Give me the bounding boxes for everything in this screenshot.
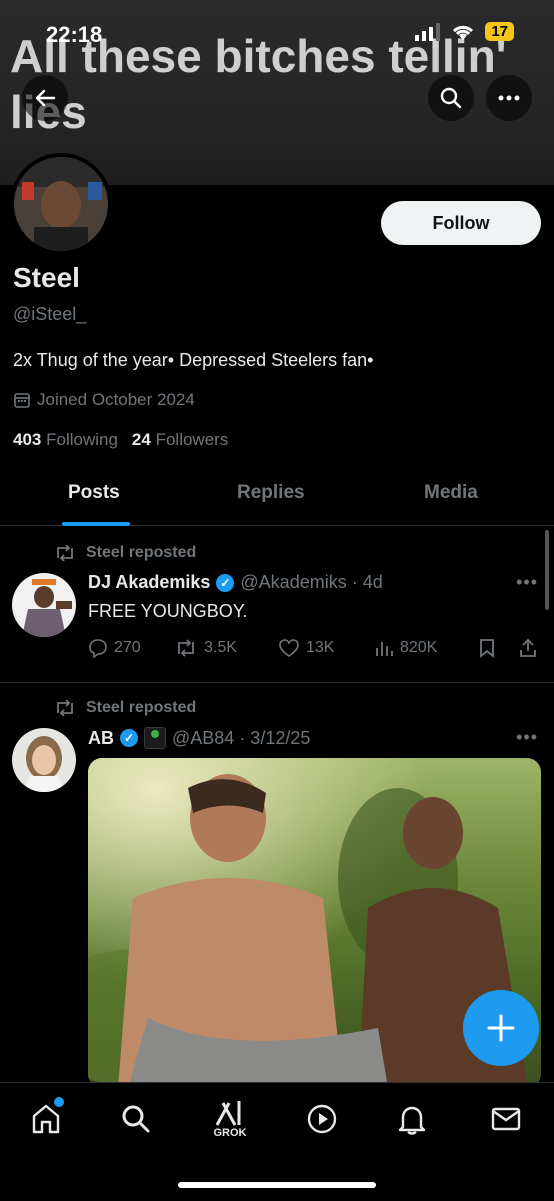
- post-header: AB ✓ @AB84 · 3/12/25: [88, 727, 310, 749]
- following-count: 403: [13, 430, 42, 449]
- home-icon: [32, 1104, 60, 1134]
- compose-post-button[interactable]: [463, 990, 539, 1066]
- views-icon: [376, 642, 393, 656]
- joined-text: Joined October 2024: [37, 390, 195, 409]
- reply-count: 270: [114, 639, 141, 656]
- battery-indicator: 17: [485, 22, 514, 41]
- avatar-image: [14, 157, 108, 251]
- signal-icon: [415, 22, 441, 41]
- repost-label: Steel reposted: [86, 544, 197, 561]
- tab-replies[interactable]: Replies: [237, 482, 305, 504]
- followers-label: Followers: [155, 430, 229, 449]
- heart-icon: [279, 639, 299, 657]
- nav-grok[interactable]: GROK: [210, 1099, 250, 1139]
- active-tab-indicator: [62, 522, 130, 526]
- bookmark-icon: [480, 639, 494, 658]
- repost-icon: [178, 639, 194, 657]
- followers-link[interactable]: 24 Followers: [132, 430, 228, 450]
- status-time: 22:18: [46, 22, 103, 47]
- status-icons: 17: [415, 22, 514, 41]
- post-text: FREE YOUNGBOY.: [88, 601, 248, 621]
- repost-icon: [57, 545, 73, 561]
- notification-dot: [54, 1097, 64, 1107]
- share-icon: [520, 638, 536, 657]
- calendar-icon: [14, 393, 30, 408]
- nav-notifications[interactable]: [392, 1099, 432, 1139]
- profile-tabs: Posts Replies Media: [0, 470, 554, 526]
- repost-label: Steel reposted: [86, 699, 197, 716]
- nav-video[interactable]: [302, 1099, 342, 1139]
- grok-icon: [215, 1101, 241, 1126]
- nav-messages[interactable]: [486, 1099, 526, 1139]
- search-icon: [440, 87, 462, 109]
- profile-joined: Joined October 2024: [13, 390, 195, 410]
- nav-home[interactable]: [26, 1097, 66, 1139]
- repost-button[interactable]: 3.5K: [174, 639, 278, 657]
- home-indicator[interactable]: [178, 1182, 376, 1188]
- share-button[interactable]: [518, 638, 538, 658]
- reply-icon: [89, 639, 107, 658]
- tab-posts[interactable]: Posts: [68, 482, 120, 504]
- back-button[interactable]: [22, 75, 68, 121]
- follow-counts: 403 Following 24 Followers: [13, 430, 228, 450]
- post-author-name[interactable]: AB: [88, 728, 114, 749]
- akademiks-avatar-image: [12, 573, 76, 637]
- verified-badge-icon: ✓: [216, 573, 235, 592]
- post-header: DJ Akademiks ✓ @Akademiks · 4d: [88, 572, 383, 593]
- repost-count: 3.5K: [204, 639, 237, 656]
- post-author-name[interactable]: DJ Akademiks: [88, 572, 210, 593]
- repost-indicator: Steel reposted: [54, 544, 196, 562]
- ab-avatar-image: [12, 728, 76, 792]
- views-button[interactable]: 820K: [374, 638, 478, 658]
- post-divider: [0, 682, 554, 683]
- search-button[interactable]: [428, 75, 474, 121]
- following-link[interactable]: 403 Following: [13, 430, 118, 450]
- post-actions: 270 3.5K 13K 820K: [88, 638, 538, 658]
- reply-button[interactable]: 270: [88, 638, 174, 658]
- wifi-icon: [453, 25, 474, 40]
- bookmark-button[interactable]: [478, 638, 518, 658]
- grok-label: GROK: [213, 1127, 247, 1139]
- verified-badge-icon: ✓: [120, 729, 138, 747]
- like-count: 13K: [306, 639, 335, 656]
- like-button[interactable]: 13K: [278, 638, 374, 658]
- plus-icon: [487, 1014, 515, 1042]
- arrow-left-icon: [35, 89, 56, 107]
- search-icon: [122, 1105, 150, 1133]
- mail-icon: [491, 1107, 521, 1131]
- followers-count: 24: [131, 430, 151, 449]
- tab-media[interactable]: Media: [424, 482, 478, 504]
- following-label: Following: [46, 430, 118, 449]
- repost-indicator: Steel reposted: [54, 699, 196, 717]
- scrollbar[interactable]: [545, 530, 549, 610]
- follow-button[interactable]: Follow: [381, 201, 541, 245]
- play-circle-icon: [307, 1104, 337, 1134]
- profile-name: Steel: [13, 262, 80, 293]
- post-more-button[interactable]: •••: [516, 572, 538, 593]
- profile-bio: 2x Thug of the year• Depressed Steelers …: [13, 350, 374, 370]
- post-meta[interactable]: @AB84 · 3/12/25: [172, 728, 310, 749]
- profile-avatar[interactable]: [10, 153, 112, 255]
- repost-icon: [57, 700, 73, 716]
- more-icon: [498, 95, 520, 101]
- post-author-avatar[interactable]: [12, 573, 76, 637]
- affiliate-badge-icon: [144, 727, 166, 749]
- profile-handle: @iSteel_: [13, 304, 87, 324]
- post-meta[interactable]: @Akademiks · 4d: [240, 572, 382, 593]
- more-options-button[interactable]: [486, 75, 532, 121]
- bell-icon: [398, 1106, 426, 1135]
- status-bar: 22:18 17: [0, 0, 554, 60]
- nav-explore[interactable]: [116, 1099, 156, 1139]
- post-more-button[interactable]: •••: [516, 727, 538, 748]
- views-count: 820K: [400, 639, 438, 656]
- post-author-avatar[interactable]: [12, 728, 76, 792]
